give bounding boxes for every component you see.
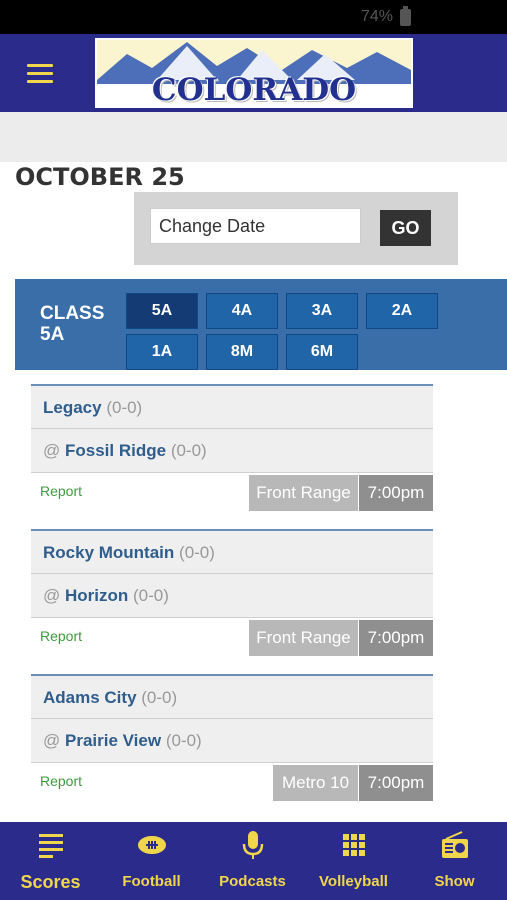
- away-team-row[interactable]: @ Prairie View (0-0): [31, 718, 433, 762]
- game-card: Rocky Mountain (0-0) @ Horizon (0-0) Rep…: [31, 529, 433, 674]
- logo-text: COLORADO PREPS: [151, 72, 357, 108]
- battery-level: 74%: [360, 8, 393, 25]
- class-label: CLASS 5A: [40, 303, 105, 345]
- games-list: Legacy (0-0) @ Fossil Ridge (0-0) Report…: [31, 384, 433, 819]
- at-symbol: @: [43, 441, 61, 460]
- class-selector: CLASS 5A 5A 4A 3A 2A 1A 8M 6M: [15, 279, 507, 370]
- home-team-row[interactable]: Rocky Mountain (0-0): [31, 529, 433, 573]
- nav-scores[interactable]: Scores: [0, 822, 101, 900]
- nav-volleyball[interactable]: Volleyball: [303, 822, 404, 900]
- at-symbol: @: [43, 586, 61, 605]
- home-team-name[interactable]: Rocky Mountain: [43, 543, 174, 562]
- nav-football[interactable]: Football: [101, 822, 202, 900]
- away-team-record: (0-0): [165, 731, 202, 750]
- date-title: OCTOBER 25: [15, 163, 185, 191]
- class-tab-8m[interactable]: 8M: [206, 334, 278, 370]
- app-header: COLORADO PREPS: [0, 34, 507, 112]
- report-link[interactable]: Report: [40, 628, 82, 644]
- nav-label-show: Show: [434, 873, 475, 890]
- home-team-record: (0-0): [179, 543, 215, 562]
- nav-label-podcasts: Podcasts: [219, 873, 286, 890]
- class-tab-6m[interactable]: 6M: [286, 334, 358, 370]
- away-team-row[interactable]: @ Fossil Ridge (0-0): [31, 428, 433, 472]
- game-time: 7:00pm: [359, 475, 433, 511]
- home-team-record: (0-0): [106, 398, 143, 417]
- football-icon: [138, 836, 166, 854]
- class-tab-1a[interactable]: 1A: [126, 334, 198, 370]
- date-picker: Change Date GO: [134, 192, 458, 265]
- nav-podcasts[interactable]: Podcasts: [202, 822, 303, 900]
- status-bar: 74%: [0, 0, 507, 34]
- class-tab-5a[interactable]: 5A: [126, 293, 198, 329]
- class-tab-4a[interactable]: 4A: [206, 293, 278, 329]
- microphone-icon: [242, 831, 264, 859]
- game-card: Adams City (0-0) @ Prairie View (0-0) Re…: [31, 674, 433, 819]
- nav-show[interactable]: Show: [404, 822, 505, 900]
- change-date-input[interactable]: Change Date: [150, 208, 361, 244]
- league-label: Metro 10: [273, 765, 358, 801]
- league-label: Front Range: [249, 475, 358, 511]
- game-card: Legacy (0-0) @ Fossil Ridge (0-0) Report…: [31, 384, 433, 529]
- away-team-row[interactable]: @ Horizon (0-0): [31, 573, 433, 617]
- battery-icon: [400, 6, 411, 26]
- home-team-name[interactable]: Legacy: [43, 398, 102, 417]
- game-info-row: Report Metro 10 7:00pm: [31, 762, 433, 803]
- away-team-record: (0-0): [133, 586, 169, 605]
- away-team-record: (0-0): [170, 441, 207, 460]
- go-button[interactable]: GO: [380, 210, 431, 246]
- report-link[interactable]: Report: [40, 483, 82, 499]
- away-team-name[interactable]: Fossil Ridge: [65, 441, 166, 460]
- home-team-row[interactable]: Adams City (0-0): [31, 674, 433, 718]
- report-link[interactable]: Report: [40, 773, 82, 789]
- grid-icon: [343, 834, 365, 856]
- scores-icon: [39, 834, 63, 858]
- class-tab-2a[interactable]: 2A: [366, 293, 438, 329]
- game-time: 7:00pm: [359, 765, 433, 801]
- league-label: Front Range: [249, 620, 358, 656]
- at-symbol: @: [43, 731, 61, 750]
- class-tab-3a[interactable]: 3A: [286, 293, 358, 329]
- nav-label-volleyball: Volleyball: [319, 873, 388, 890]
- away-team-name[interactable]: Horizon: [65, 586, 128, 605]
- away-team-name[interactable]: Prairie View: [65, 731, 161, 750]
- ad-banner-space: [0, 112, 507, 162]
- home-team-row[interactable]: Legacy (0-0): [31, 384, 433, 428]
- game-info-row: Report Front Range 7:00pm: [31, 617, 433, 658]
- nav-label-football: Football: [122, 873, 181, 890]
- game-time: 7:00pm: [359, 620, 433, 656]
- home-team-record: (0-0): [141, 688, 178, 707]
- home-team-name[interactable]: Adams City: [43, 688, 137, 707]
- radio-icon: [442, 831, 468, 858]
- bottom-nav: Scores Football Podcasts Volleyball Show: [0, 822, 507, 900]
- colorado-preps-logo[interactable]: COLORADO PREPS: [95, 38, 413, 108]
- nav-label-scores: Scores: [20, 872, 81, 892]
- menu-icon[interactable]: [27, 64, 53, 84]
- game-info-row: Report Front Range 7:00pm: [31, 472, 433, 513]
